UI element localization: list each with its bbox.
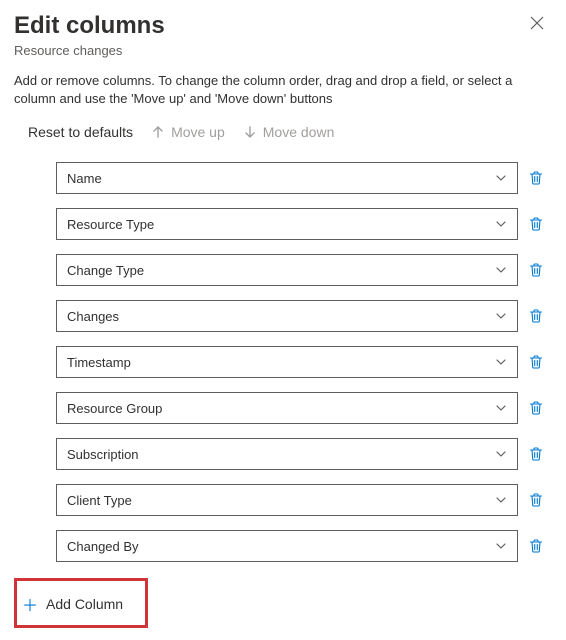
delete-column-button[interactable]: [528, 308, 544, 324]
delete-column-button[interactable]: [528, 538, 544, 554]
trash-icon: [528, 354, 544, 370]
move-up-label: Move up: [171, 124, 225, 140]
delete-column-button[interactable]: [528, 492, 544, 508]
column-select-label: Changes: [67, 309, 119, 324]
chevron-down-icon: [495, 540, 507, 552]
chevron-down-icon: [495, 264, 507, 276]
toolbar: Reset to defaults Move up Move down: [14, 124, 552, 140]
trash-icon: [528, 492, 544, 508]
column-row: Changed By: [56, 530, 544, 562]
column-select[interactable]: Name: [56, 162, 518, 194]
add-column-button[interactable]: ＋ Add Column: [20, 586, 137, 622]
column-select-label: Client Type: [67, 493, 132, 508]
chevron-down-icon: [495, 310, 507, 322]
chevron-down-icon: [495, 402, 507, 414]
page-subtitle: Resource changes: [14, 43, 552, 58]
trash-icon: [528, 538, 544, 554]
column-select[interactable]: Resource Group: [56, 392, 518, 424]
column-select[interactable]: Resource Type: [56, 208, 518, 240]
columns-list: Name Resource Type Change Type Changes Times…: [14, 162, 552, 562]
description-text: Add or remove columns. To change the col…: [14, 72, 552, 108]
delete-column-button[interactable]: [528, 354, 544, 370]
move-down-label: Move down: [263, 124, 335, 140]
move-up-button[interactable]: Move up: [151, 124, 225, 140]
column-select-label: Change Type: [67, 263, 144, 278]
column-select-label: Resource Group: [67, 401, 162, 416]
chevron-down-icon: [495, 494, 507, 506]
move-down-button[interactable]: Move down: [243, 124, 335, 140]
column-row: Resource Group: [56, 392, 544, 424]
trash-icon: [528, 216, 544, 232]
column-row: Timestamp: [56, 346, 544, 378]
reset-defaults-button[interactable]: Reset to defaults: [28, 124, 133, 140]
column-select[interactable]: Changed By: [56, 530, 518, 562]
trash-icon: [528, 308, 544, 324]
column-row: Name: [56, 162, 544, 194]
column-row: Client Type: [56, 484, 544, 516]
arrow-up-icon: [151, 125, 165, 139]
delete-column-button[interactable]: [528, 400, 544, 416]
column-row: Changes: [56, 300, 544, 332]
chevron-down-icon: [495, 448, 507, 460]
chevron-down-icon: [495, 356, 507, 368]
column-select-label: Timestamp: [67, 355, 131, 370]
delete-column-button[interactable]: [528, 216, 544, 232]
trash-icon: [528, 262, 544, 278]
column-select-label: Changed By: [67, 539, 139, 554]
column-select-label: Resource Type: [67, 217, 154, 232]
column-row: Subscription: [56, 438, 544, 470]
column-select-label: Name: [67, 171, 102, 186]
column-select[interactable]: Changes: [56, 300, 518, 332]
add-column-highlight: ＋ Add Column: [14, 578, 148, 628]
column-select[interactable]: Change Type: [56, 254, 518, 286]
chevron-down-icon: [495, 172, 507, 184]
arrow-down-icon: [243, 125, 257, 139]
delete-column-button[interactable]: [528, 170, 544, 186]
delete-column-button[interactable]: [528, 262, 544, 278]
page-title: Edit columns: [14, 12, 165, 41]
close-icon[interactable]: [522, 12, 552, 39]
trash-icon: [528, 400, 544, 416]
plus-icon: ＋: [22, 592, 38, 616]
column-row: Change Type: [56, 254, 544, 286]
column-select[interactable]: Subscription: [56, 438, 518, 470]
chevron-down-icon: [495, 218, 507, 230]
add-column-label: Add Column: [46, 596, 123, 612]
trash-icon: [528, 170, 544, 186]
column-select-label: Subscription: [67, 447, 139, 462]
trash-icon: [528, 446, 544, 462]
column-select[interactable]: Client Type: [56, 484, 518, 516]
delete-column-button[interactable]: [528, 446, 544, 462]
column-select[interactable]: Timestamp: [56, 346, 518, 378]
column-row: Resource Type: [56, 208, 544, 240]
